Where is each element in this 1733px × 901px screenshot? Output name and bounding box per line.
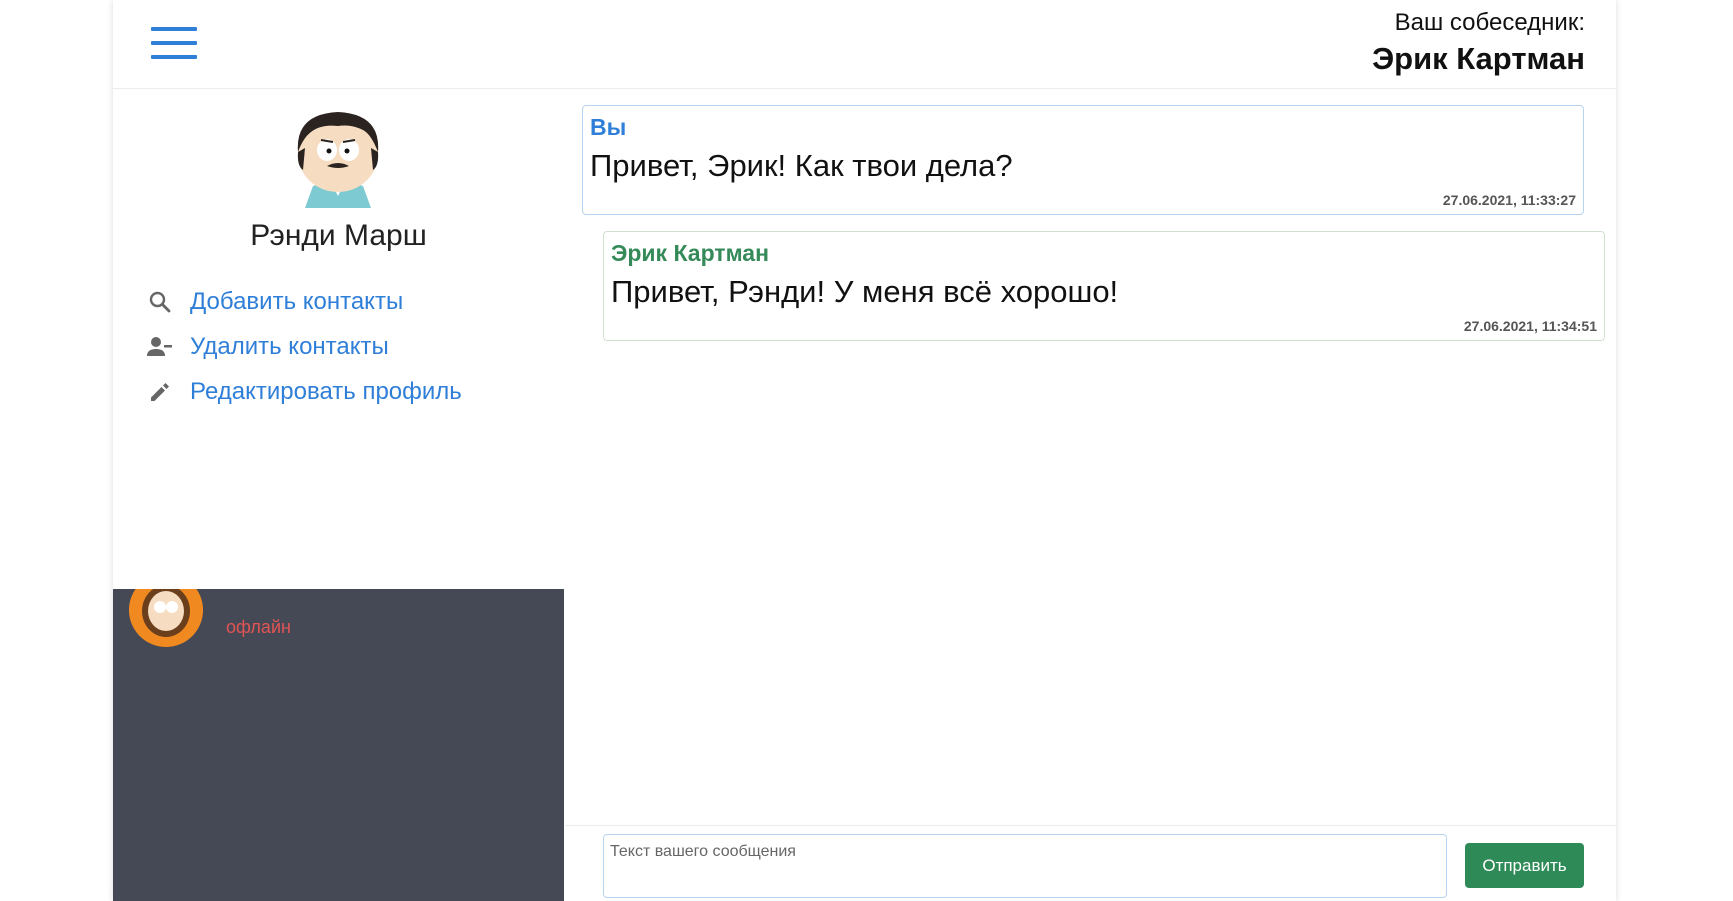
message-bubble: Эрик Картман Привет, Рэнди! У меня всё х… xyxy=(603,231,1605,341)
sidebar-nav: Добавить контакты Удалить контакты Редак… xyxy=(146,279,462,414)
nav-add-contacts-label: Добавить контакты xyxy=(190,287,404,315)
message-author: Эрик Картман xyxy=(611,240,769,266)
nav-edit-profile[interactable]: Редактировать профиль xyxy=(146,369,462,414)
message-time: 27.06.2021, 11:33:27 xyxy=(1442,192,1576,208)
partner-label: Ваш собеседник: xyxy=(1394,9,1585,36)
nav-remove-contacts[interactable]: Удалить контакты xyxy=(146,324,462,369)
message-time: 27.06.2021, 11:34:51 xyxy=(1463,318,1597,334)
nav-add-contacts[interactable]: Добавить контакты xyxy=(146,279,462,324)
menu-line xyxy=(151,41,197,45)
message-text: Привет, Эрик! Как твои дела? xyxy=(590,148,1013,183)
chat-panel: Вы Привет, Эрик! Как твои дела? 27.06.20… xyxy=(565,89,1616,901)
message-author: Вы xyxy=(590,114,627,140)
messenger-app: Ваш собеседник: Эрик Картман Рэнди Марш … xyxy=(113,0,1616,901)
message-text: Привет, Рэнди! У меня всё хорошо! xyxy=(611,274,1119,309)
message-bubble: Вы Привет, Эрик! Как твои дела? 27.06.20… xyxy=(582,105,1584,215)
contact-avatar xyxy=(129,589,203,647)
contact-item[interactable]: офлайн xyxy=(129,589,549,663)
top-header: Ваш собеседник: Эрик Картман xyxy=(113,0,1616,89)
chat-partner: Ваш собеседник: Эрик Картман xyxy=(1372,8,1585,78)
person-remove-icon xyxy=(146,333,174,361)
pencil-icon xyxy=(146,378,174,406)
user-avatar xyxy=(291,104,385,208)
profile-panel: Рэнди Марш Добавить контакты Удалить кон… xyxy=(113,89,564,589)
user-name: Рэнди Марш xyxy=(250,219,427,252)
search-icon xyxy=(146,288,174,316)
nav-remove-contacts-label: Удалить контакты xyxy=(190,332,389,360)
message-composer: Отправить xyxy=(565,825,1616,901)
hamburger-menu-icon[interactable] xyxy=(151,27,197,59)
menu-line xyxy=(151,55,197,59)
menu-line xyxy=(151,27,197,31)
send-button[interactable]: Отправить xyxy=(1465,843,1584,888)
contact-status: офлайн xyxy=(226,617,291,637)
message-input[interactable] xyxy=(603,834,1447,898)
contacts-list: офлайн xyxy=(113,589,564,901)
nav-edit-profile-label: Редактировать профиль xyxy=(190,377,462,405)
sidebar: Рэнди Марш Добавить контакты Удалить кон… xyxy=(113,89,564,901)
partner-name: Эрик Картман xyxy=(1372,41,1585,76)
